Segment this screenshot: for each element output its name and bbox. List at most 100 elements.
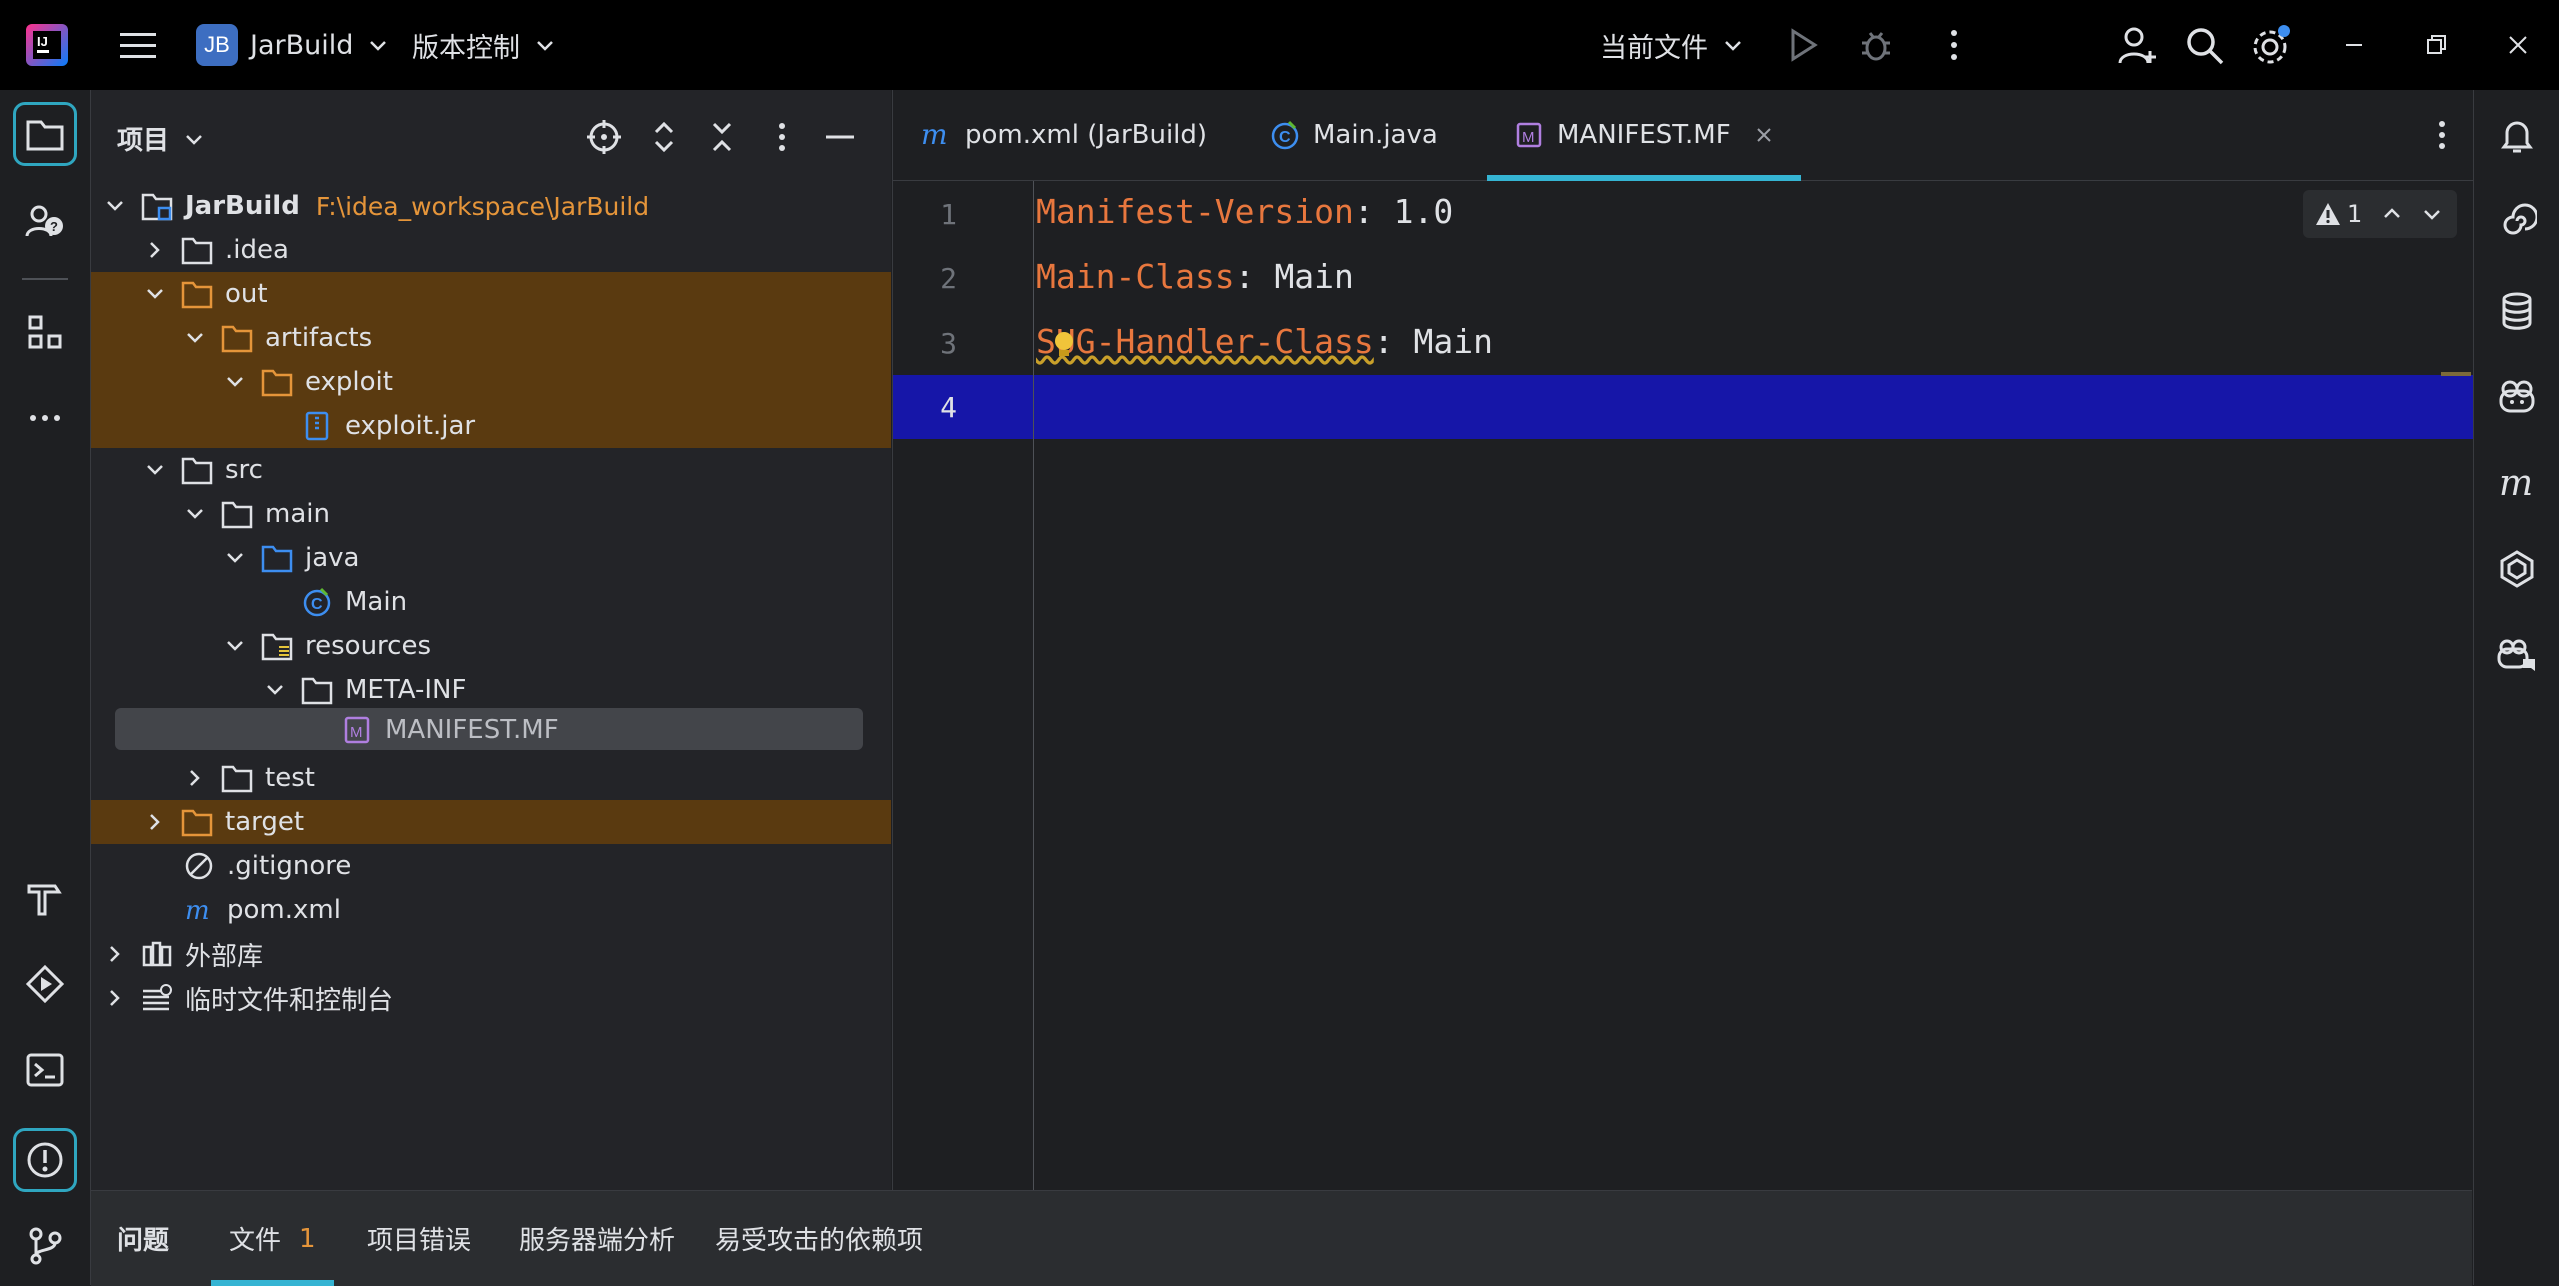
tree-item-main-class[interactable]: C Main (91, 580, 891, 624)
ai-assistant-button[interactable] (2492, 196, 2542, 246)
structure-tool-button[interactable] (13, 300, 77, 364)
tab-pom-xml[interactable]: m pom.xml (JarBuild) (921, 90, 1207, 180)
intellij-logo-icon[interactable]: IJ (24, 22, 70, 68)
chevron-right-icon (110, 990, 120, 1006)
copilot-chat-button[interactable] (2492, 630, 2542, 680)
tree-item-artifacts[interactable]: artifacts (91, 316, 891, 360)
tree-item-pom[interactable]: m pom.xml (91, 888, 891, 932)
problems-tool-button[interactable] (13, 1128, 77, 1192)
tree-item-target[interactable]: target (91, 800, 891, 844)
locate-file-icon[interactable] (585, 118, 623, 156)
debug-icon[interactable] (1854, 23, 1898, 67)
tree-label: artifacts (265, 323, 373, 353)
tab-project-errors[interactable]: 项目错误 (367, 1191, 471, 1286)
git-branch-icon (29, 1227, 62, 1265)
more-actions-icon[interactable] (1932, 23, 1976, 67)
tree-item-java[interactable]: java (91, 536, 891, 580)
intention-bulb-icon[interactable] (1051, 330, 1077, 360)
plugin-hexagon-button[interactable] (2492, 544, 2542, 594)
vcs-widget[interactable]: 版本控制 (412, 22, 556, 68)
run-config-label: 当前文件 (1600, 32, 1708, 64)
jar-archive-icon (305, 411, 329, 441)
project-widget[interactable]: JB JarBuild (196, 22, 389, 68)
structure-icon (28, 315, 62, 349)
chevron-right-icon (150, 814, 160, 830)
database-icon (2502, 292, 2532, 330)
search-icon[interactable] (2182, 23, 2226, 67)
tree-item-manifest-selected[interactable]: M MANIFEST.MF (91, 708, 891, 752)
previous-highlight-icon[interactable] (2380, 202, 2404, 226)
tree-item-external-libraries[interactable]: 外部库 (91, 932, 891, 976)
copilot-button[interactable] (2492, 372, 2542, 422)
code-line[interactable]: Manifest-Version: 1.0 (1036, 192, 1453, 231)
more-tools-button[interactable] (13, 386, 77, 450)
svg-text:m: m (921, 119, 948, 151)
chevron-right-icon (190, 770, 200, 786)
tab-options-icon[interactable] (2423, 116, 2461, 154)
project-tool-window: 项目 JarBuild F:\idea_workspace\JarBuild .… (91, 90, 891, 1190)
code-with-me-tool-button[interactable]: ? (13, 188, 77, 252)
close-icon[interactable] (2496, 23, 2540, 67)
tree-label: .idea (225, 235, 289, 265)
tree-label: MANIFEST.MF (385, 715, 559, 745)
tab-main-java[interactable]: C Main.java (1269, 90, 1438, 180)
tree-item-main[interactable]: main (91, 492, 891, 536)
tree-item-idea[interactable]: .idea (91, 228, 891, 272)
tree-item-test[interactable]: test (91, 756, 891, 800)
code-line[interactable]: SUG-Handler-Class: Main (1036, 322, 1493, 361)
java-class-icon: C (1269, 119, 1301, 151)
tree-item-jarbuild[interactable]: JarBuild F:\idea_workspace\JarBuild (91, 184, 891, 228)
tree-item-gitignore[interactable]: .gitignore (91, 844, 891, 888)
tree-label: java (305, 543, 360, 573)
database-button[interactable] (2492, 286, 2542, 336)
terminal-tool-button[interactable] (13, 1038, 77, 1102)
resources-folder-icon (261, 633, 293, 661)
project-view-selector[interactable]: 项目 (117, 120, 205, 157)
tree-item-scratches[interactable]: 临时文件和控制台 (91, 976, 891, 1020)
run-configuration-selector[interactable]: 当前文件 (1600, 22, 1744, 68)
add-user-icon[interactable] (2116, 23, 2160, 67)
chevron-right-icon (110, 946, 120, 962)
tree-item-exploit[interactable]: exploit (91, 360, 891, 404)
chevron-down-icon (147, 465, 163, 475)
code-line[interactable]: Main-Class: Main (1036, 257, 1354, 296)
tree-item-resources[interactable]: resources (91, 624, 891, 668)
tree-item-meta-inf[interactable]: META-INF (91, 668, 891, 712)
manifest-separator: : (1373, 322, 1414, 361)
minimize-icon[interactable] (2332, 23, 2376, 67)
next-highlight-icon[interactable] (2420, 202, 2444, 226)
scrollbar-warning-marker[interactable] (2441, 372, 2471, 376)
line-number: 2 (940, 262, 957, 295)
inspection-widget[interactable]: 1 (2303, 190, 2457, 238)
hide-panel-icon[interactable] (821, 118, 859, 156)
tab-vulnerable-dependencies[interactable]: 易受攻击的依赖项 (715, 1191, 923, 1286)
settings-gear-icon[interactable] (2248, 23, 2292, 67)
copilot-chat-icon (2497, 639, 2535, 671)
close-tab-icon[interactable] (1753, 124, 1775, 146)
collapse-all-icon[interactable] (703, 118, 741, 156)
editor-tab-bar: m pom.xml (JarBuild) C Main.java M MANIF… (893, 90, 2473, 181)
run-icon[interactable] (1780, 23, 1824, 67)
tree-item-src[interactable]: src (91, 448, 891, 492)
main-menu-icon[interactable] (118, 26, 158, 66)
services-tool-button[interactable] (13, 952, 77, 1016)
tab-current-file[interactable]: 文件 1 (211, 1191, 334, 1286)
restore-icon[interactable] (2414, 23, 2458, 67)
title-bar: IJ JB JarBuild 版本控制 当前文件 (0, 0, 2559, 90)
tab-manifest-mf[interactable]: M MANIFEST.MF (1487, 90, 1801, 181)
line-number: 3 (940, 327, 957, 360)
notifications-button[interactable] (2492, 110, 2542, 160)
build-tool-button[interactable] (13, 866, 77, 930)
manifest-separator: : (1234, 257, 1275, 296)
maven-button[interactable]: m (2492, 458, 2542, 508)
module-folder-icon (141, 193, 173, 221)
tab-server-side-analysis[interactable]: 服务器端分析 (519, 1191, 675, 1286)
project-badge: JB (196, 24, 238, 66)
tree-item-exploit-jar[interactable]: exploit.jar (91, 404, 891, 448)
expand-all-icon[interactable] (645, 118, 683, 156)
git-tool-button[interactable] (13, 1214, 77, 1278)
project-tool-button[interactable] (13, 102, 77, 166)
tree-item-out[interactable]: out (91, 272, 891, 316)
options-menu-icon[interactable] (763, 118, 801, 156)
maven-file-icon: m (185, 896, 210, 925)
